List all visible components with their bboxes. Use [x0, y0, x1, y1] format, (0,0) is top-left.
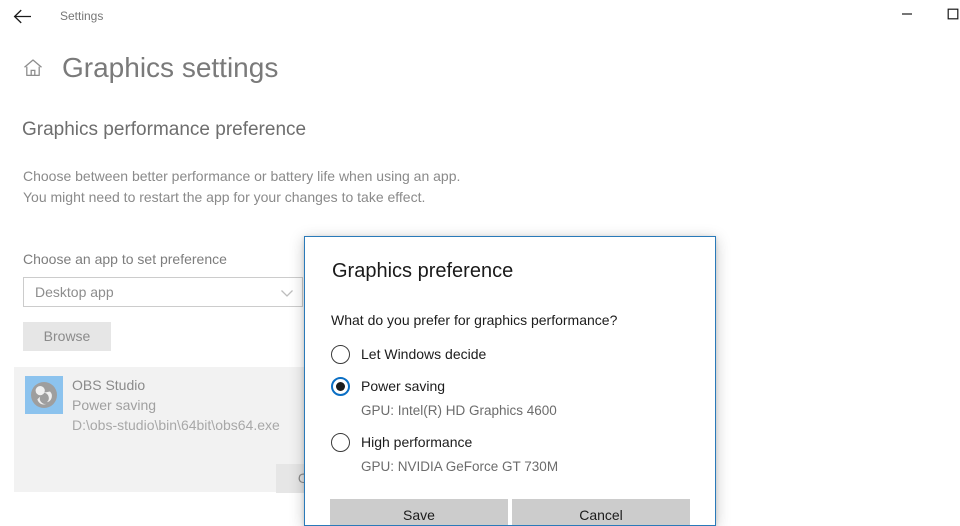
obs-studio-icon: [25, 376, 63, 414]
dialog-title: Graphics preference: [332, 260, 514, 282]
maximize-icon: [947, 7, 959, 25]
back-button[interactable]: [0, 0, 45, 32]
home-icon[interactable]: [22, 57, 44, 79]
maximize-button[interactable]: [930, 0, 960, 32]
radio-high-performance[interactable]: High performance: [331, 432, 691, 454]
page-header: Graphics settings: [0, 46, 700, 90]
app-preference: Power saving: [72, 397, 157, 413]
choose-app-label: Choose an app to set preference: [23, 251, 227, 267]
section-description: Choose between better performance or bat…: [23, 168, 461, 205]
graphics-preference-dialog: Graphics preference What do you prefer f…: [304, 236, 716, 526]
window-title: Settings: [60, 9, 104, 23]
save-button[interactable]: Save: [330, 499, 508, 525]
title-bar: Settings: [0, 0, 960, 32]
radio-power-saving[interactable]: Power saving: [331, 376, 691, 398]
chevron-down-icon: [280, 286, 294, 298]
radio-label: Power saving: [361, 378, 446, 394]
radio-label: High performance: [361, 434, 473, 450]
radio-mark-unchecked: [331, 345, 350, 364]
back-arrow-icon: [13, 9, 32, 24]
page-title: Graphics settings: [62, 52, 279, 83]
app-type-selected-value: Desktop app: [35, 284, 114, 300]
radio-let-windows-decide[interactable]: Let Windows decide: [331, 344, 691, 366]
section-title: Graphics performance preference: [22, 119, 307, 140]
app-path: D:\obs-studio\bin\64bit\obs64.exe: [72, 417, 280, 433]
radio-mark-unchecked: [331, 433, 350, 452]
minimize-icon: [901, 7, 913, 25]
dialog-question: What do you prefer for graphics performa…: [331, 312, 618, 328]
radio-mark-checked: [331, 377, 350, 396]
radio-label: Let Windows decide: [361, 346, 487, 362]
browse-button[interactable]: Browse: [23, 322, 111, 351]
gpu-detail-high-performance: GPU: NVIDIA GeForce GT 730M: [361, 459, 559, 474]
gpu-detail-power-saving: GPU: Intel(R) HD Graphics 4600: [361, 403, 557, 418]
app-type-dropdown[interactable]: Desktop app: [23, 277, 303, 307]
app-name: OBS Studio: [72, 377, 146, 393]
cancel-button[interactable]: Cancel: [512, 499, 690, 525]
minimize-button[interactable]: [884, 0, 930, 32]
